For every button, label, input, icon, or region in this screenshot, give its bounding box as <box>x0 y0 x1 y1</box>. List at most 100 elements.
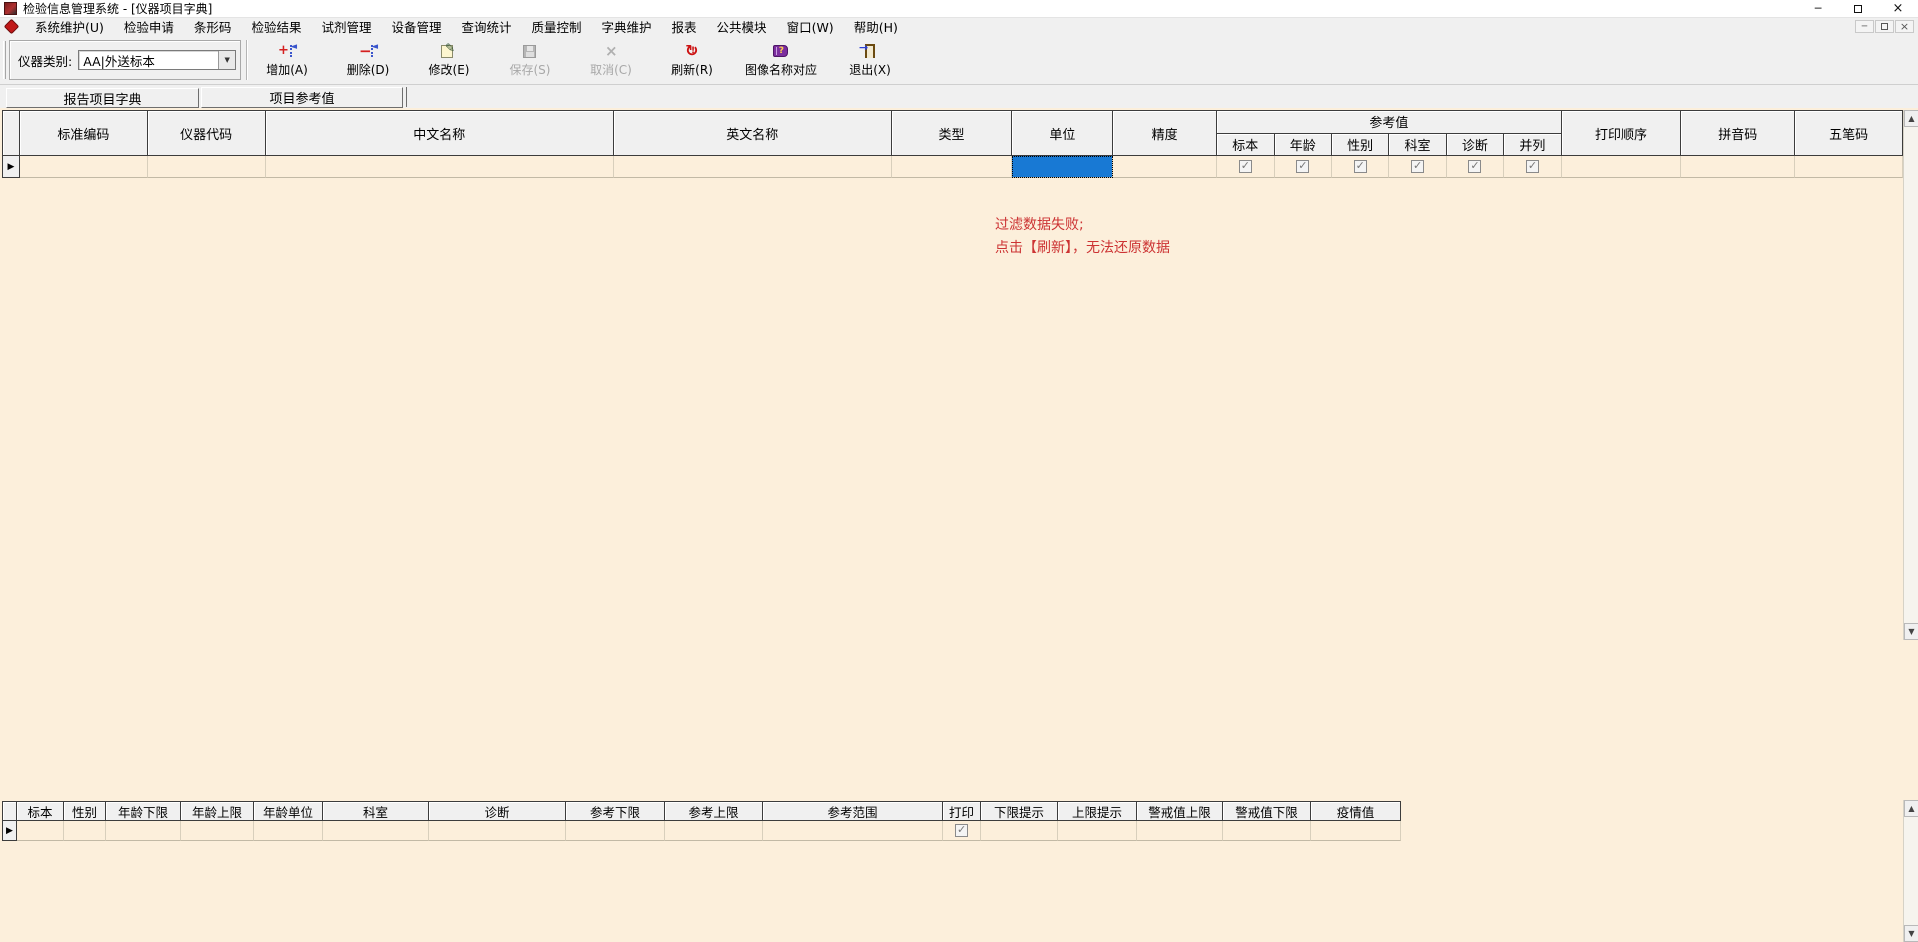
table-row: ▶ <box>2 156 1904 178</box>
scroll-up-icon[interactable]: ▲ <box>1904 110 1918 127</box>
main-grid-area: 标准编码 仪器代码 中文名称 英文名称 类型 单位 精度 参考值 标本 年龄 性… <box>0 108 1918 640</box>
cell-specimen[interactable] <box>1217 156 1275 178</box>
scroll-down-icon[interactable]: ▼ <box>1904 623 1918 640</box>
cell-precision[interactable] <box>1113 156 1218 178</box>
bcell-alert-lower[interactable] <box>1223 821 1311 841</box>
bcell-alert-upper[interactable] <box>1137 821 1223 841</box>
minimize-icon[interactable]: ─ <box>1798 0 1838 18</box>
checkbox-diagnosis[interactable] <box>1468 159 1482 173</box>
subcol-age: 年龄 <box>1274 133 1332 156</box>
checkbox-print[interactable] <box>955 823 968 837</box>
bcell-diagnosis[interactable] <box>429 821 566 841</box>
system-menu-icon[interactable] <box>3 18 20 35</box>
mdi-restore-icon[interactable] <box>1875 20 1894 33</box>
menu-quality-control[interactable]: 质量控制 <box>522 18 592 35</box>
tab-item-reference-values[interactable]: 项目参考值 <box>201 87 403 108</box>
menu-public-module[interactable]: 公共模块 <box>707 18 777 35</box>
bcell-gender[interactable] <box>64 821 106 841</box>
bcell-ref-upper[interactable] <box>665 821 763 841</box>
bcell-specimen[interactable] <box>17 821 64 841</box>
refresh-button[interactable]: ↻! 刷新(R) <box>658 38 726 82</box>
delete-button[interactable]: − ◄ 删除(D) <box>334 38 402 82</box>
cell-english-name[interactable] <box>614 156 892 178</box>
bcol-specimen: 标本 <box>17 802 64 821</box>
menu-query-statistics[interactable]: 查询统计 <box>451 18 521 35</box>
save-button: 保存(S) <box>496 38 564 82</box>
checkbox-gender[interactable] <box>1353 159 1367 173</box>
subcol-diagnosis: 诊断 <box>1446 133 1505 156</box>
tab-divider <box>406 87 407 107</box>
scroll-down-icon[interactable]: ▼ <box>1904 925 1918 942</box>
delete-icon: − ◄ <box>359 41 378 60</box>
cell-age[interactable] <box>1274 156 1332 178</box>
cell-type[interactable] <box>891 156 1013 178</box>
ref-value-group-label: 参考值 <box>1217 111 1562 134</box>
mdi-close-icon[interactable]: × <box>1895 20 1914 33</box>
col-english-name: 英文名称 <box>614 111 892 156</box>
subcol-department: 科室 <box>1389 133 1447 156</box>
cell-gender[interactable] <box>1331 156 1390 178</box>
cell-pinyin-code[interactable] <box>1681 156 1796 178</box>
add-button[interactable]: + ◄ 增加(A) <box>253 38 321 82</box>
bottom-grid-scrollbar[interactable]: ▲ ▼ <box>1903 800 1918 942</box>
bcell-upper-hint[interactable] <box>1058 821 1137 841</box>
menu-reports[interactable]: 报表 <box>662 18 707 35</box>
checkbox-age[interactable] <box>1296 159 1310 173</box>
bcell-department[interactable] <box>323 821 429 841</box>
main-grid: 标准编码 仪器代码 中文名称 英文名称 类型 单位 精度 参考值 标本 年龄 性… <box>2 110 1904 178</box>
maximize-icon[interactable] <box>1838 0 1878 18</box>
menu-reagent-management[interactable]: 试剂管理 <box>311 18 381 35</box>
mdi-minimize-icon[interactable]: ─ <box>1855 20 1874 33</box>
menu-help[interactable]: 帮助(H) <box>844 18 908 35</box>
main-grid-scrollbar[interactable]: ▲ ▼ <box>1903 110 1918 640</box>
cell-parallel[interactable] <box>1504 156 1562 178</box>
cell-diagnosis[interactable] <box>1446 156 1505 178</box>
bcol-ref-upper: 参考上限 <box>665 802 763 821</box>
toolbar: 仪器类别: AA|外送标本 ▼ + ◄ 增加(A) − ◄ 删除(D) ✎ 修改(E… <box>0 35 1918 85</box>
menu-barcode[interactable]: 条形码 <box>184 18 242 35</box>
edit-button[interactable]: ✎ 修改(E) <box>415 38 483 82</box>
bcol-gender: 性别 <box>64 802 106 821</box>
scroll-up-icon[interactable]: ▲ <box>1904 800 1918 817</box>
bcell-ref-lower[interactable] <box>566 821 665 841</box>
menu-system-maintenance[interactable]: 系统维护(U) <box>25 18 114 35</box>
bcell-age-unit[interactable] <box>254 821 323 841</box>
image-name-mapping-button[interactable]: 图像名称对应 <box>739 38 823 82</box>
checkbox-parallel[interactable] <box>1525 159 1539 173</box>
titlebar: 检验信息管理系统 - [仪器项目字典] ─ × <box>0 0 1918 18</box>
bcell-epidemic-value[interactable] <box>1311 821 1401 841</box>
checkbox-department[interactable] <box>1411 159 1425 173</box>
tab-report-item-dictionary[interactable]: 报告项目字典 <box>6 88 199 108</box>
bcell-age-lower[interactable] <box>106 821 181 841</box>
checkbox-specimen[interactable] <box>1238 159 1252 173</box>
cell-chinese-name[interactable] <box>265 156 615 178</box>
bcell-print[interactable] <box>943 821 981 841</box>
instrument-category-select[interactable]: AA|外送标本 ▼ <box>78 50 237 70</box>
indicator-header-cell <box>3 802 17 821</box>
exit-button[interactable]: → 退出(X) <box>836 38 904 82</box>
cell-wubi-code[interactable] <box>1795 156 1904 178</box>
bcell-age-upper[interactable] <box>181 821 254 841</box>
bcell-lower-hint[interactable] <box>981 821 1058 841</box>
bcell-ref-range[interactable] <box>763 821 943 841</box>
cell-department[interactable] <box>1389 156 1447 178</box>
table-row: ▶ <box>2 821 1401 841</box>
cell-instrument-code[interactable] <box>147 156 266 178</box>
menu-equipment-management[interactable]: 设备管理 <box>381 18 451 35</box>
menu-test-result[interactable]: 检验结果 <box>241 18 311 35</box>
menu-window[interactable]: 窗口(W) <box>777 18 844 35</box>
cancel-icon: × <box>605 41 618 60</box>
cell-print-order[interactable] <box>1561 156 1682 178</box>
cell-unit-selected[interactable] <box>1012 156 1114 178</box>
exit-icon: → <box>859 41 880 60</box>
subcol-parallel: 并列 <box>1504 133 1562 156</box>
menu-test-request[interactable]: 检验申请 <box>114 18 184 35</box>
close-icon[interactable]: × <box>1878 0 1918 18</box>
current-row-arrow-icon: ▶ <box>6 825 13 836</box>
bottom-grid-header: 标本 性别 年龄下限 年龄上限 年龄单位 科室 诊断 参考下限 参考上限 参考范… <box>2 801 1401 821</box>
error-line-2: 点击【刷新】，无法还原数据 <box>995 240 1170 256</box>
chevron-down-icon[interactable]: ▼ <box>218 51 236 69</box>
cell-standard-code[interactable] <box>19 156 148 178</box>
menu-dictionary-maintenance[interactable]: 字典维护 <box>592 18 662 35</box>
col-pinyin-code: 拼音码 <box>1681 111 1796 156</box>
